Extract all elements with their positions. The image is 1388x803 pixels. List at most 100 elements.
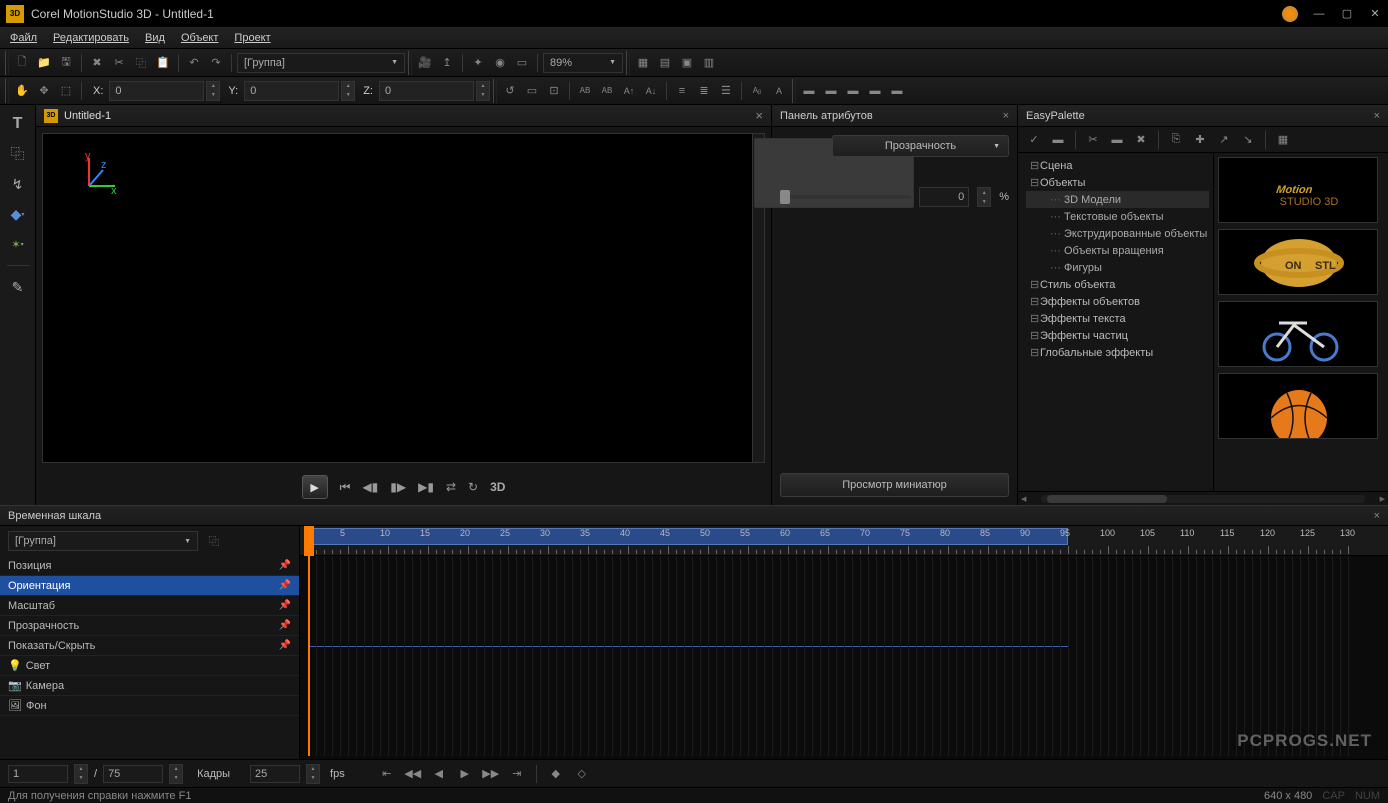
- folder-icon[interactable]: ▬: [1048, 130, 1068, 150]
- close-tab-icon[interactable]: ×: [755, 108, 763, 123]
- menu-file[interactable]: Файл: [10, 32, 37, 44]
- menu-view[interactable]: Вид: [145, 32, 165, 44]
- attr-close-icon[interactable]: ×: [1003, 110, 1009, 122]
- tree-item[interactable]: ⊟ Эффекты объектов: [1026, 293, 1209, 310]
- monitor-icon[interactable]: ▭: [512, 53, 532, 73]
- palette-hscroll[interactable]: ◀ ▶: [1018, 491, 1388, 505]
- attr-property-combo[interactable]: Прозрачность▼: [832, 135, 1009, 157]
- thumb-item[interactable]: ONSTL: [1218, 229, 1378, 295]
- total-frames-spinner[interactable]: ▲▼: [169, 764, 183, 784]
- panel4-icon[interactable]: ▥: [699, 53, 719, 73]
- panel2-icon[interactable]: ▤: [655, 53, 675, 73]
- text3-icon[interactable]: A↑: [619, 81, 639, 101]
- play-button[interactable]: ▶: [302, 475, 328, 499]
- timeline-track[interactable]: Ориентация📌: [0, 576, 299, 596]
- opacity-value-input[interactable]: 0: [919, 187, 969, 207]
- document-tab[interactable]: 3D Untitled-1 ×: [36, 105, 771, 127]
- x-input[interactable]: 0: [109, 81, 204, 101]
- z-spinner[interactable]: ▲▼: [476, 81, 490, 101]
- panel3-icon[interactable]: ▣: [677, 53, 697, 73]
- hand-icon[interactable]: ✋: [12, 81, 32, 101]
- playhead[interactable]: [308, 556, 310, 756]
- tree-item[interactable]: 3D Модели: [1026, 191, 1209, 208]
- align-icon[interactable]: ▭: [522, 81, 542, 101]
- y-input[interactable]: 0: [244, 81, 339, 101]
- minimize-button[interactable]: —: [1312, 7, 1326, 21]
- text1-icon[interactable]: AB: [575, 81, 595, 101]
- fps-input[interactable]: 25: [250, 765, 300, 783]
- particle-tool-icon[interactable]: ✶▾: [6, 233, 30, 255]
- tree-item[interactable]: ⊟ Глобальные эффекты: [1026, 344, 1209, 361]
- edit-tool-icon[interactable]: ✎: [6, 276, 30, 298]
- menu-object[interactable]: Объект: [181, 32, 218, 44]
- kf-add-icon[interactable]: ◆: [546, 764, 566, 784]
- timeline-track[interactable]: Масштаб📌: [0, 596, 299, 616]
- link-icon[interactable]: ⎘: [1166, 130, 1186, 150]
- tree-item[interactable]: ⊟ Объекты: [1026, 174, 1209, 191]
- playpause-icon[interactable]: ▮▶: [390, 480, 406, 494]
- alignc-icon[interactable]: ≣: [694, 81, 714, 101]
- current-frame-input[interactable]: 1: [8, 765, 68, 783]
- kf-next-icon[interactable]: ⇥: [507, 764, 527, 784]
- zoom-combo[interactable]: 89%▼: [543, 53, 623, 73]
- menu-edit[interactable]: Редактировать: [53, 32, 129, 44]
- tree-item[interactable]: Фигуры: [1026, 259, 1209, 276]
- current-frame-spinner[interactable]: ▲▼: [74, 764, 88, 784]
- tl-copy-icon[interactable]: ⿻: [204, 531, 224, 551]
- 3d-viewport[interactable]: y x z: [42, 133, 765, 463]
- import-icon[interactable]: ↘: [1238, 130, 1258, 150]
- tree-item[interactable]: Текстовые объекты: [1026, 208, 1209, 225]
- render-icon[interactable]: 🎥: [415, 53, 435, 73]
- text4-icon[interactable]: A↓: [641, 81, 661, 101]
- palette-close-icon[interactable]: ×: [1374, 110, 1380, 122]
- timeline-track[interactable]: Позиция📌: [0, 556, 299, 576]
- timeline-tracks-area[interactable]: [300, 556, 1388, 756]
- timeline-track[interactable]: 💡Свет: [0, 656, 299, 676]
- group-combo[interactable]: [Группа]▼: [237, 53, 405, 73]
- copy2-icon[interactable]: ▬: [1107, 130, 1127, 150]
- cut2-icon[interactable]: ✂: [1083, 130, 1103, 150]
- panel1-icon[interactable]: ▦: [633, 53, 653, 73]
- check-icon[interactable]: ✓: [1024, 130, 1044, 150]
- opacity-spinner[interactable]: ▲▼: [977, 187, 991, 207]
- tree-item[interactable]: ⊟ Сцена: [1026, 157, 1209, 174]
- text-tool-icon[interactable]: T: [6, 113, 30, 135]
- timeline-track[interactable]: Показать/Скрыть📌: [0, 636, 299, 656]
- textstyle1-icon[interactable]: Aᵦ: [747, 81, 767, 101]
- grid-icon[interactable]: ▦: [1273, 130, 1293, 150]
- tree-item[interactable]: Экструдированные объекты: [1026, 225, 1209, 242]
- fx-icon[interactable]: ◉: [490, 53, 510, 73]
- opacity-slider[interactable]: [780, 195, 911, 199]
- shape-tool-icon[interactable]: ⿻: [6, 143, 30, 165]
- timeline-track[interactable]: 🖼Фон: [0, 696, 299, 716]
- new-icon[interactable]: 🗋: [12, 53, 32, 73]
- redo-icon[interactable]: ↷: [206, 53, 226, 73]
- kf-del-icon[interactable]: ◇: [572, 764, 592, 784]
- select-icon[interactable]: ⬚: [56, 81, 76, 101]
- tree-item[interactable]: Объекты вращения: [1026, 242, 1209, 259]
- export-icon[interactable]: ↥: [437, 53, 457, 73]
- layer1-icon[interactable]: ▬: [799, 81, 819, 101]
- tree-item[interactable]: ⊟ Стиль объекта: [1026, 276, 1209, 293]
- kf-right-icon[interactable]: ▶: [455, 764, 475, 784]
- material-tool-icon[interactable]: ◆▾: [6, 203, 30, 225]
- thumb-item[interactable]: MotionSTUDIO 3D: [1218, 157, 1378, 223]
- tree-item[interactable]: ⊟ Эффекты текста: [1026, 310, 1209, 327]
- maximize-button[interactable]: ▢: [1340, 7, 1354, 21]
- textstyle2-icon[interactable]: A: [769, 81, 789, 101]
- prev-frame-icon[interactable]: ◀▮: [362, 480, 378, 494]
- layer4-icon[interactable]: ▬: [865, 81, 885, 101]
- keyframe-line[interactable]: [308, 646, 1068, 647]
- x-spinner[interactable]: ▲▼: [206, 81, 220, 101]
- next-frame-icon[interactable]: ▶▮: [418, 480, 434, 494]
- cut-icon[interactable]: ✂: [109, 53, 129, 73]
- kf-left-icon[interactable]: ◀: [429, 764, 449, 784]
- thumb-item[interactable]: [1218, 301, 1378, 367]
- export2-icon[interactable]: ↗: [1214, 130, 1234, 150]
- wand-icon[interactable]: ✦: [468, 53, 488, 73]
- tree-item[interactable]: ⊟ Эффекты частиц: [1026, 327, 1209, 344]
- total-frames-input[interactable]: 75: [103, 765, 163, 783]
- close-button[interactable]: ✕: [1368, 7, 1382, 21]
- preview-thumbs-button[interactable]: Просмотр миниатюр: [780, 473, 1009, 497]
- delete-icon[interactable]: ✖: [87, 53, 107, 73]
